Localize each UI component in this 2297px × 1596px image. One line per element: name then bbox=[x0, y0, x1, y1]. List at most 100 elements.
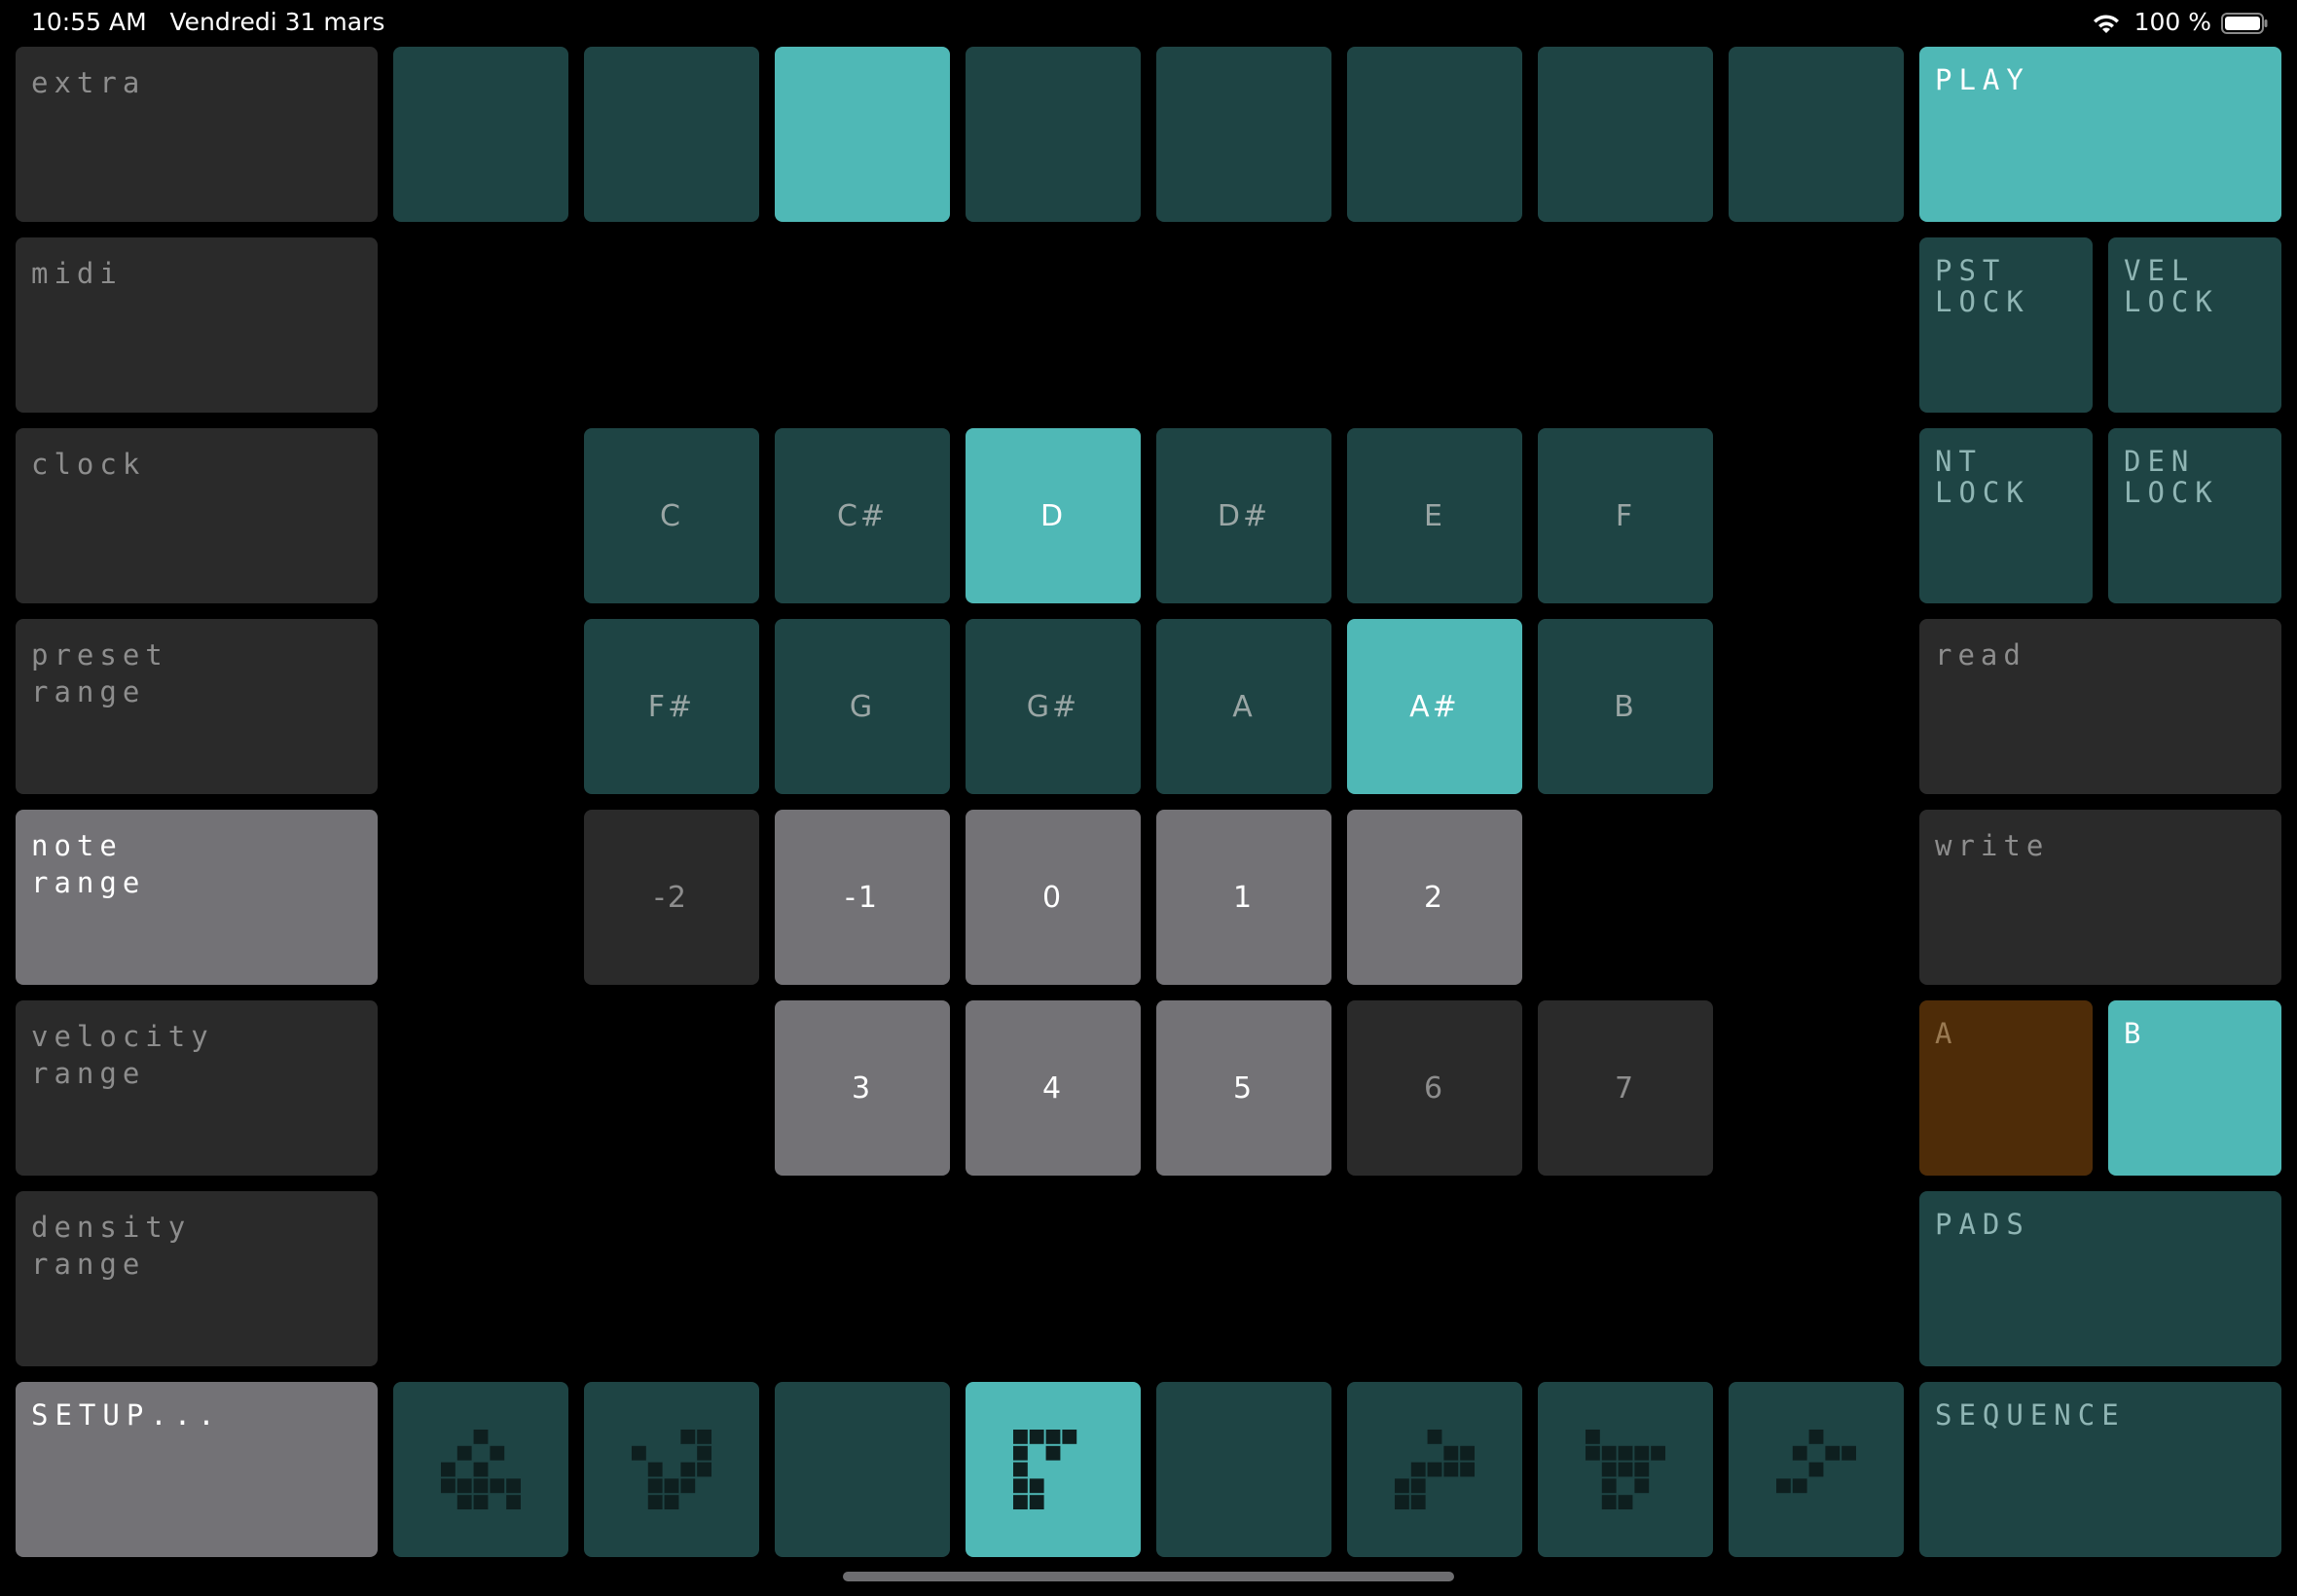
pattern-pixel bbox=[631, 1445, 646, 1461]
nt-lock-button[interactable]: NT LOCK bbox=[1919, 428, 2093, 603]
pattern-button-4[interactable] bbox=[966, 1382, 1141, 1557]
pattern-pixel bbox=[1808, 1462, 1824, 1477]
octave-button-0[interactable]: 0 bbox=[966, 810, 1141, 985]
pattern-pixel bbox=[697, 1429, 712, 1444]
pattern-8-icon bbox=[1775, 1429, 1857, 1494]
slot-a-button[interactable]: A bbox=[1919, 1000, 2093, 1176]
pattern-pixel bbox=[697, 1462, 712, 1477]
pattern-button-7[interactable] bbox=[1538, 1382, 1713, 1557]
step-button-3[interactable] bbox=[775, 47, 950, 222]
pattern-button-5[interactable] bbox=[1156, 1382, 1331, 1557]
menu-label: clock bbox=[31, 448, 146, 481]
note-button-a-sharp[interactable]: A# bbox=[1347, 619, 1522, 794]
note-button-a[interactable]: A bbox=[1156, 619, 1331, 794]
octave-label: 1 bbox=[1232, 880, 1256, 915]
menu-setup[interactable]: SETUP... bbox=[16, 1382, 378, 1557]
note-label: C bbox=[660, 498, 683, 533]
lock-label: VEL LOCK bbox=[2124, 254, 2219, 318]
slot-b-label: B bbox=[2124, 1017, 2148, 1050]
note-label: G bbox=[849, 689, 876, 724]
pattern-1-icon bbox=[440, 1429, 522, 1510]
note-label: D bbox=[1039, 498, 1067, 533]
write-button[interactable]: write bbox=[1919, 810, 2281, 985]
octave-button-7[interactable]: 7 bbox=[1538, 1000, 1713, 1176]
pattern-pixel bbox=[1460, 1462, 1476, 1477]
pattern-pixel bbox=[1012, 1478, 1028, 1494]
octave-button-3[interactable]: 3 bbox=[775, 1000, 950, 1176]
menu-preset-range[interactable]: preset range bbox=[16, 619, 378, 794]
menu-extra[interactable]: extra bbox=[16, 47, 378, 222]
octave-button-1[interactable]: 1 bbox=[1156, 810, 1331, 985]
step-button-7[interactable] bbox=[1538, 47, 1713, 222]
pattern-6-icon bbox=[1394, 1429, 1476, 1510]
wifi-icon bbox=[2094, 15, 2119, 33]
pattern-pixel bbox=[1585, 1429, 1600, 1444]
note-button-c-sharp[interactable]: C# bbox=[775, 428, 950, 603]
pst-lock-button[interactable]: PST LOCK bbox=[1919, 237, 2093, 413]
octave-button-5[interactable]: 5 bbox=[1156, 1000, 1331, 1176]
pattern-button-8[interactable] bbox=[1729, 1382, 1904, 1557]
note-button-b[interactable]: B bbox=[1538, 619, 1713, 794]
pattern-button-2[interactable] bbox=[584, 1382, 759, 1557]
note-button-f-sharp[interactable]: F# bbox=[584, 619, 759, 794]
pattern-pixel bbox=[506, 1495, 522, 1510]
pads-button[interactable]: PADS bbox=[1919, 1191, 2281, 1366]
step-button-2[interactable] bbox=[584, 47, 759, 222]
pattern-pixel bbox=[1410, 1462, 1426, 1477]
pattern-pixel bbox=[1775, 1478, 1791, 1494]
pattern-pixel bbox=[440, 1462, 456, 1477]
note-button-g-sharp[interactable]: G# bbox=[966, 619, 1141, 794]
menu-clock[interactable]: clock bbox=[16, 428, 378, 603]
pattern-pixel bbox=[1427, 1429, 1442, 1444]
note-label: F bbox=[1615, 498, 1636, 533]
pattern-pixel bbox=[473, 1495, 489, 1510]
read-label: read bbox=[1935, 638, 2026, 671]
step-button-1[interactable] bbox=[393, 47, 568, 222]
pattern-pixel bbox=[1045, 1429, 1061, 1444]
pattern-7-icon bbox=[1585, 1429, 1666, 1510]
pattern-button-1[interactable] bbox=[393, 1382, 568, 1557]
pattern-pixel bbox=[1012, 1445, 1028, 1461]
step-button-5[interactable] bbox=[1156, 47, 1331, 222]
pattern-pixel bbox=[697, 1445, 712, 1461]
pattern-button-3[interactable] bbox=[775, 1382, 950, 1557]
vel-lock-button[interactable]: VEL LOCK bbox=[2108, 237, 2281, 413]
menu-midi[interactable]: midi bbox=[16, 237, 378, 413]
note-button-e[interactable]: E bbox=[1347, 428, 1522, 603]
octave-button-minus2[interactable]: -2 bbox=[584, 810, 759, 985]
read-button[interactable]: read bbox=[1919, 619, 2281, 794]
pattern-pixel bbox=[1792, 1478, 1807, 1494]
step-button-4[interactable] bbox=[966, 47, 1141, 222]
step-button-8[interactable] bbox=[1729, 47, 1904, 222]
slot-a-label: A bbox=[1935, 1017, 1959, 1050]
pattern-4-icon bbox=[1012, 1429, 1077, 1510]
sequence-button[interactable]: SEQUENCE bbox=[1919, 1382, 2281, 1557]
octave-button-6[interactable]: 6 bbox=[1347, 1000, 1522, 1176]
pattern-pixel bbox=[456, 1445, 472, 1461]
pattern-pixel bbox=[664, 1495, 679, 1510]
note-button-g[interactable]: G bbox=[775, 619, 950, 794]
status-bar: 10:55 AM Vendredi 31 mars 100 % bbox=[0, 0, 2297, 45]
menu-density-range[interactable]: density range bbox=[16, 1191, 378, 1366]
step-button-6[interactable] bbox=[1347, 47, 1522, 222]
menu-velocity-range[interactable]: velocity range bbox=[16, 1000, 378, 1176]
menu-note-range[interactable]: note range bbox=[16, 810, 378, 985]
play-button[interactable]: PLAY bbox=[1919, 47, 2281, 222]
octave-button-minus1[interactable]: -1 bbox=[775, 810, 950, 985]
note-button-d[interactable]: D bbox=[966, 428, 1141, 603]
pattern-pixel bbox=[1427, 1462, 1442, 1477]
lock-label: DEN LOCK bbox=[2124, 445, 2219, 509]
note-button-f[interactable]: F bbox=[1538, 428, 1713, 603]
pattern-button-6[interactable] bbox=[1347, 1382, 1522, 1557]
pattern-pixel bbox=[506, 1478, 522, 1494]
note-button-c[interactable]: C bbox=[584, 428, 759, 603]
den-lock-button[interactable]: DEN LOCK bbox=[2108, 428, 2281, 603]
pattern-pixel bbox=[1618, 1495, 1633, 1510]
octave-button-2[interactable]: 2 bbox=[1347, 810, 1522, 985]
home-indicator bbox=[843, 1572, 1454, 1581]
octave-button-4[interactable]: 4 bbox=[966, 1000, 1141, 1176]
note-button-d-sharp[interactable]: D# bbox=[1156, 428, 1331, 603]
slot-b-button[interactable]: B bbox=[2108, 1000, 2281, 1176]
octave-label: 7 bbox=[1614, 1070, 1637, 1106]
note-label: B bbox=[1614, 689, 1637, 724]
